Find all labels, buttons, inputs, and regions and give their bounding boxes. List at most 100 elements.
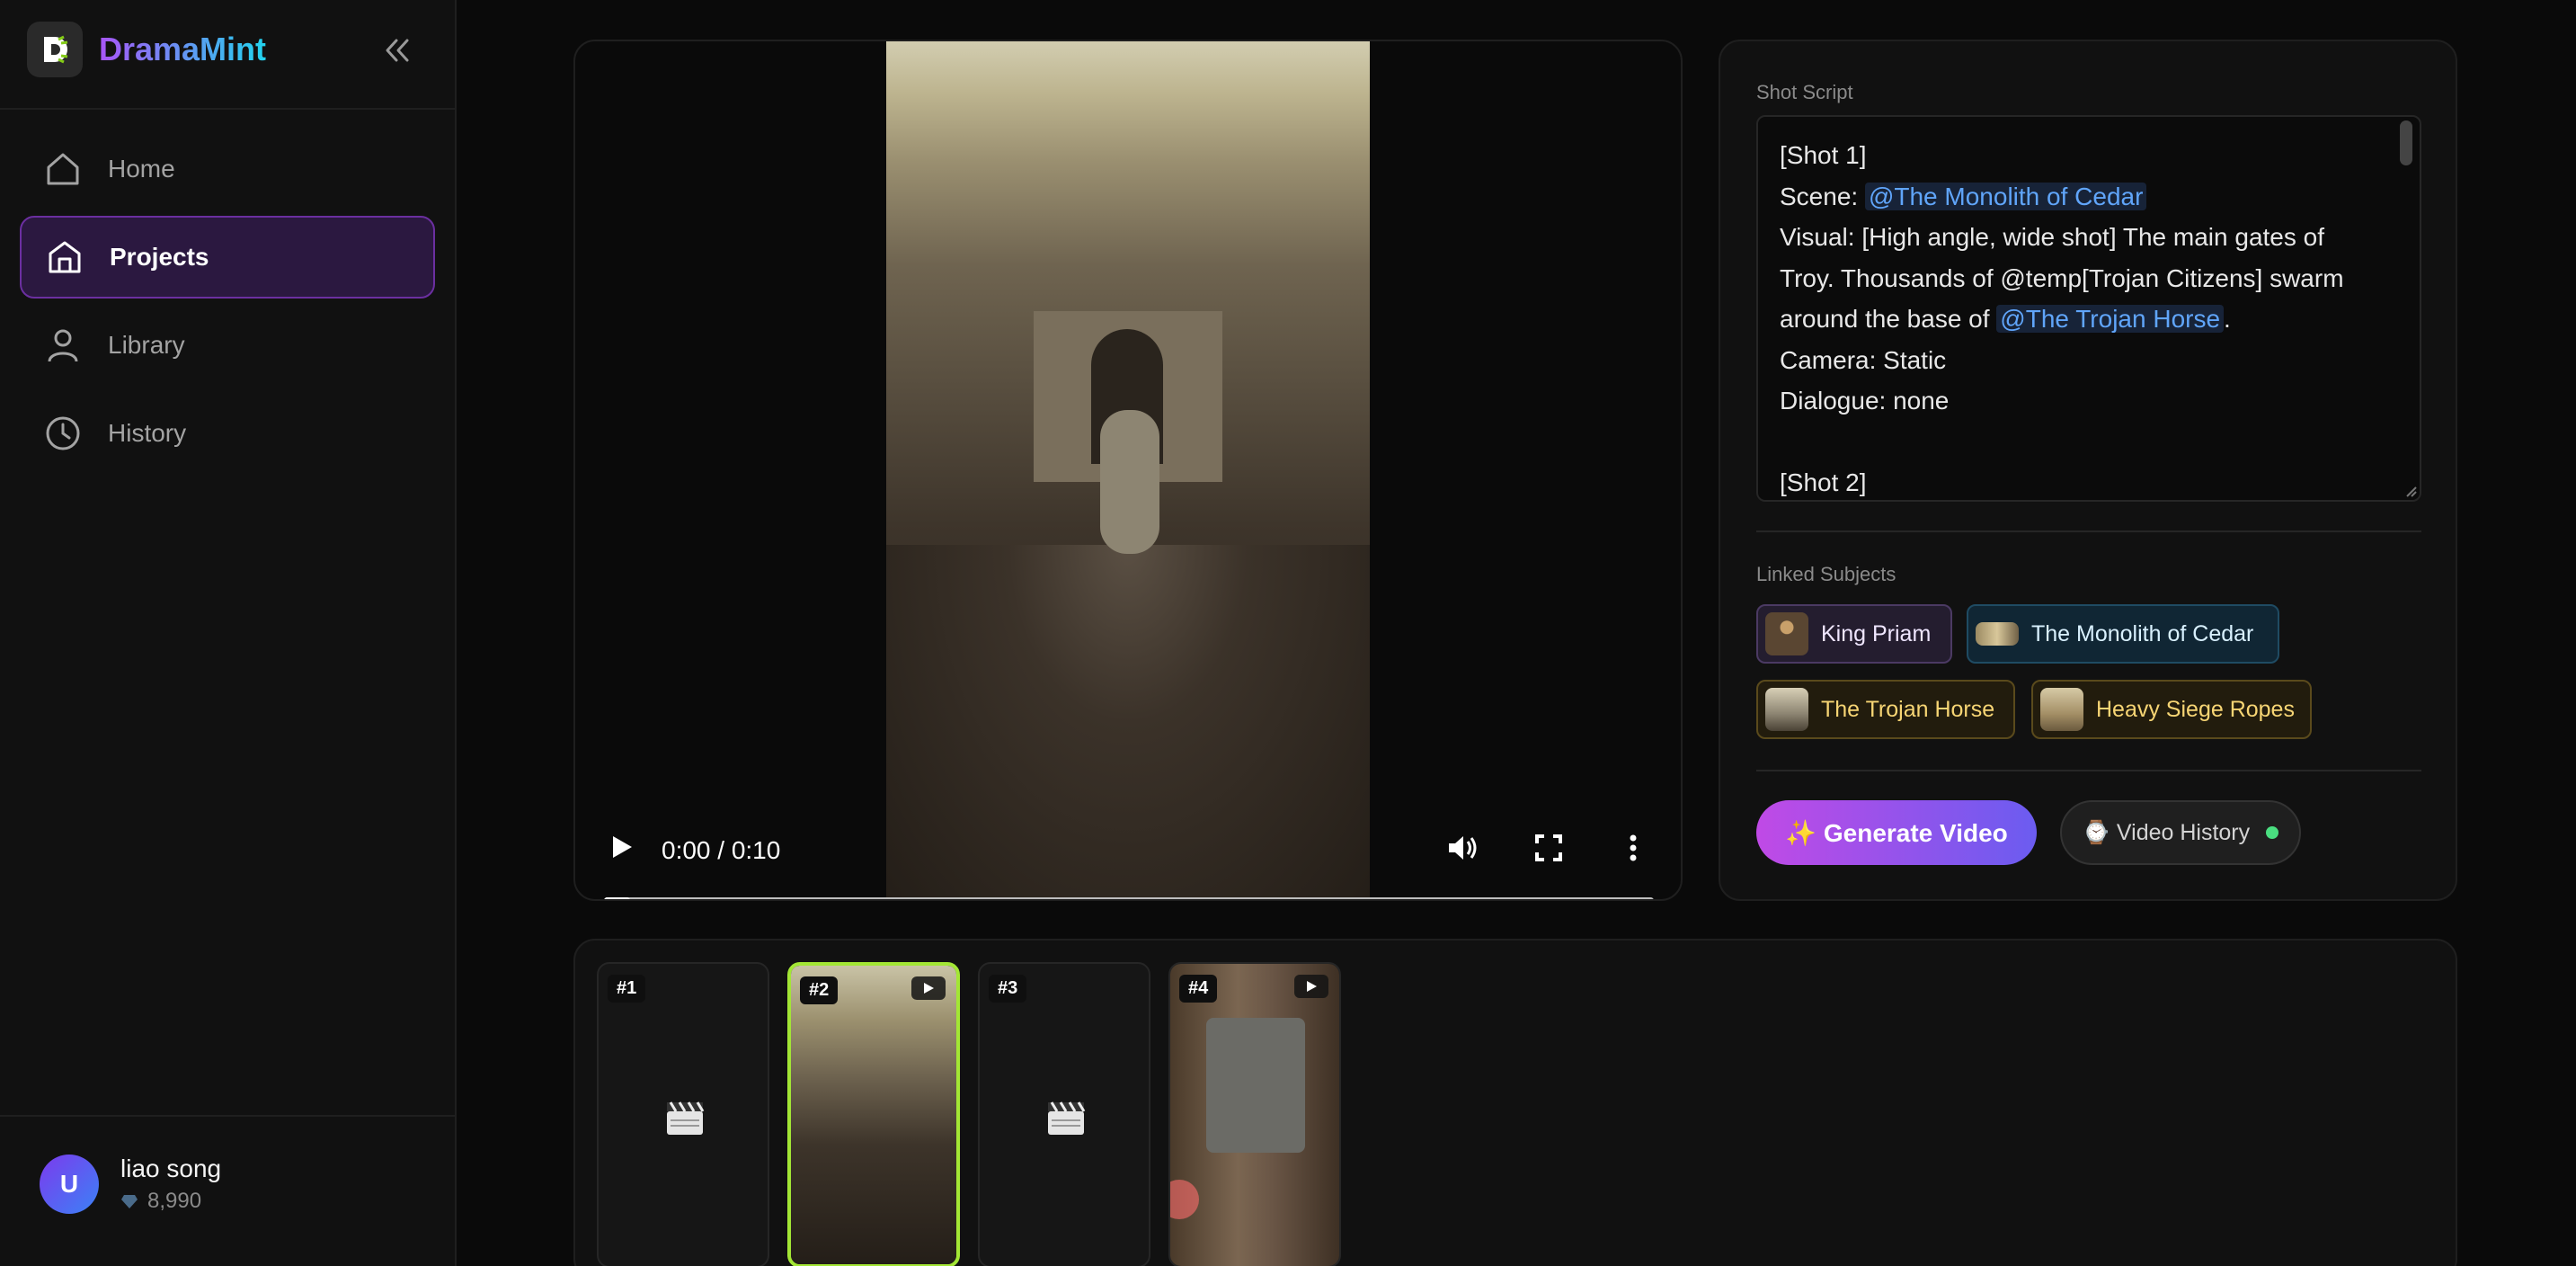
shot-card-1[interactable]: #1 (597, 962, 769, 1266)
sidebar-item-history[interactable]: History (20, 392, 435, 475)
shot-card-3[interactable]: #3 (978, 962, 1150, 1266)
more-vert-icon (1630, 834, 1637, 861)
sidebar-divider (0, 1115, 457, 1117)
subject-chip-heavy-siege-ropes[interactable]: Heavy Siege Ropes (2031, 680, 2312, 739)
shots-strip: #1 #2 #3 #4 (573, 939, 2457, 1266)
shot-script-editor[interactable]: [Shot 1] Scene: @The Monolith of Cedar V… (1756, 115, 2421, 502)
script-scrollbar[interactable] (2400, 120, 2412, 498)
volume-icon (1449, 836, 1477, 860)
play-icon (924, 983, 934, 994)
video-player[interactable]: 0:00 / 0:10 (573, 40, 1683, 901)
linked-subjects-label: Linked Subjects (1756, 563, 1896, 585)
gem-icon (121, 1195, 138, 1208)
subject-thumbnail (2040, 688, 2083, 731)
script-line: Dialogue: none (1780, 387, 1950, 415)
user-name: liao song (120, 1155, 222, 1182)
sidebar-divider (0, 108, 457, 110)
shot-script-text: [Shot 1] Scene: @The Monolith of Cedar V… (1780, 135, 2391, 500)
subject-thumbnail (1765, 688, 1808, 731)
script-line: Camera: Static (1780, 345, 1947, 374)
script-text: . (2224, 305, 2231, 333)
sidebar-item-label: Home (108, 155, 175, 183)
video-frame (886, 41, 1370, 899)
subject-chip-label: Heavy Siege Ropes (2096, 696, 2295, 722)
brand-name: DramaMint (99, 31, 267, 67)
shot-number: #3 (989, 975, 1027, 1003)
divider (1756, 530, 2421, 532)
subject-thumbnail (1976, 622, 2019, 646)
shot-number: #4 (1179, 975, 1218, 1003)
resize-handle-icon[interactable] (2405, 486, 2418, 498)
subject-chip-trojan-horse[interactable]: The Trojan Horse (1756, 680, 2015, 739)
shot-number: #1 (608, 975, 646, 1003)
dramamint-logo-icon (27, 22, 83, 77)
video-time: 0:00 / 0:10 (662, 836, 781, 864)
volume-button[interactable] (1443, 829, 1481, 867)
play-icon (613, 836, 632, 858)
trojan-horse-shape (1100, 410, 1159, 554)
scrollbar-thumb[interactable] (2400, 120, 2412, 165)
video-controls: 0:00 / 0:10 (575, 798, 1681, 899)
generate-video-button[interactable]: ✨ Generate Video (1756, 800, 2037, 865)
shot-details-panel: Shot Script [Shot 1] Scene: @The Monolit… (1719, 40, 2457, 901)
double-chevron-left-icon (386, 39, 409, 62)
subject-chip-label: The Trojan Horse (1821, 696, 1995, 722)
home-icon (41, 147, 84, 191)
clapperboard-icon (1048, 1101, 1086, 1135)
credits-value: 8,990 (147, 1189, 202, 1213)
user-info: liao song 8,990 (120, 1155, 221, 1214)
script-line: Visual: [High angle, wide shot] The main… (1780, 223, 2324, 251)
shot-card-2[interactable]: #2 (787, 962, 960, 1266)
scene-reference[interactable]: @The Monolith of Cedar (1864, 182, 2147, 210)
fullscreen-button[interactable] (1530, 829, 1568, 867)
projects-icon (43, 236, 86, 279)
app-root: DramaMint Home Projects Library History … (0, 0, 2576, 1266)
shot-card-4[interactable]: #4 (1168, 962, 1341, 1266)
subject-chip-king-priam[interactable]: King Priam (1756, 604, 1952, 664)
sidebar-item-projects[interactable]: Projects (20, 216, 435, 299)
avatar: U (40, 1155, 99, 1214)
more-options-button[interactable] (1614, 829, 1652, 867)
script-line: Scene: @The Monolith of Cedar (1780, 176, 2391, 218)
shot-number: #2 (800, 976, 839, 1004)
sidebar-nav: Home Projects Library History (20, 128, 435, 480)
brand[interactable]: DramaMint (27, 22, 266, 77)
prop-reference[interactable]: @The Trojan Horse (1996, 305, 2225, 333)
clapperboard-icon (667, 1101, 705, 1135)
script-line: [Shot 1] (1780, 141, 1867, 169)
collapse-sidebar-button[interactable] (378, 31, 417, 70)
sidebar-item-label: History (108, 419, 187, 447)
clock-icon (41, 412, 84, 455)
user-profile[interactable]: U liao song 8,990 (40, 1155, 221, 1214)
shot-script-label: Shot Script (1756, 81, 1853, 103)
script-line: around the base of @The Trojan Horse. (1780, 299, 2391, 340)
user-credits: 8,990 (120, 1189, 221, 1214)
script-line: Troy. Thousands of @temp[Trojan Citizens… (1780, 263, 2344, 292)
script-line: [Shot 2] (1780, 468, 1867, 496)
sidebar-item-label: Projects (110, 243, 209, 271)
shot-thumbnail-detail (1206, 1018, 1305, 1153)
shot-play-badge[interactable] (1294, 975, 1328, 998)
sidebar-item-home[interactable]: Home (20, 128, 435, 210)
script-line (1780, 422, 2391, 463)
divider (1756, 770, 2421, 771)
status-dot (2266, 826, 2279, 839)
sidebar-item-library[interactable]: Library (20, 304, 435, 387)
script-text: Scene: (1780, 182, 1865, 210)
play-icon (1307, 981, 1317, 992)
user-icon (41, 324, 84, 367)
shot-play-badge[interactable] (911, 976, 946, 1000)
subject-thumbnail (1765, 612, 1808, 655)
subject-chip-label: The Monolith of Cedar (2031, 620, 2254, 646)
sidebar: DramaMint Home Projects Library History … (0, 0, 457, 1266)
play-button[interactable] (604, 829, 640, 865)
subject-chip-label: King Priam (1821, 620, 1932, 646)
video-history-button[interactable]: ⌚ Video History (2060, 800, 2301, 865)
sidebar-item-label: Library (108, 331, 185, 359)
video-progress-fill (604, 897, 631, 899)
shot-thumbnail (791, 966, 956, 1264)
video-progress-bar[interactable] (604, 897, 1654, 899)
script-text: around the base of (1780, 305, 1997, 333)
video-history-label: ⌚ Video History (2082, 819, 2251, 845)
subject-chip-monolith-of-cedar[interactable]: The Monolith of Cedar (1967, 604, 2279, 664)
